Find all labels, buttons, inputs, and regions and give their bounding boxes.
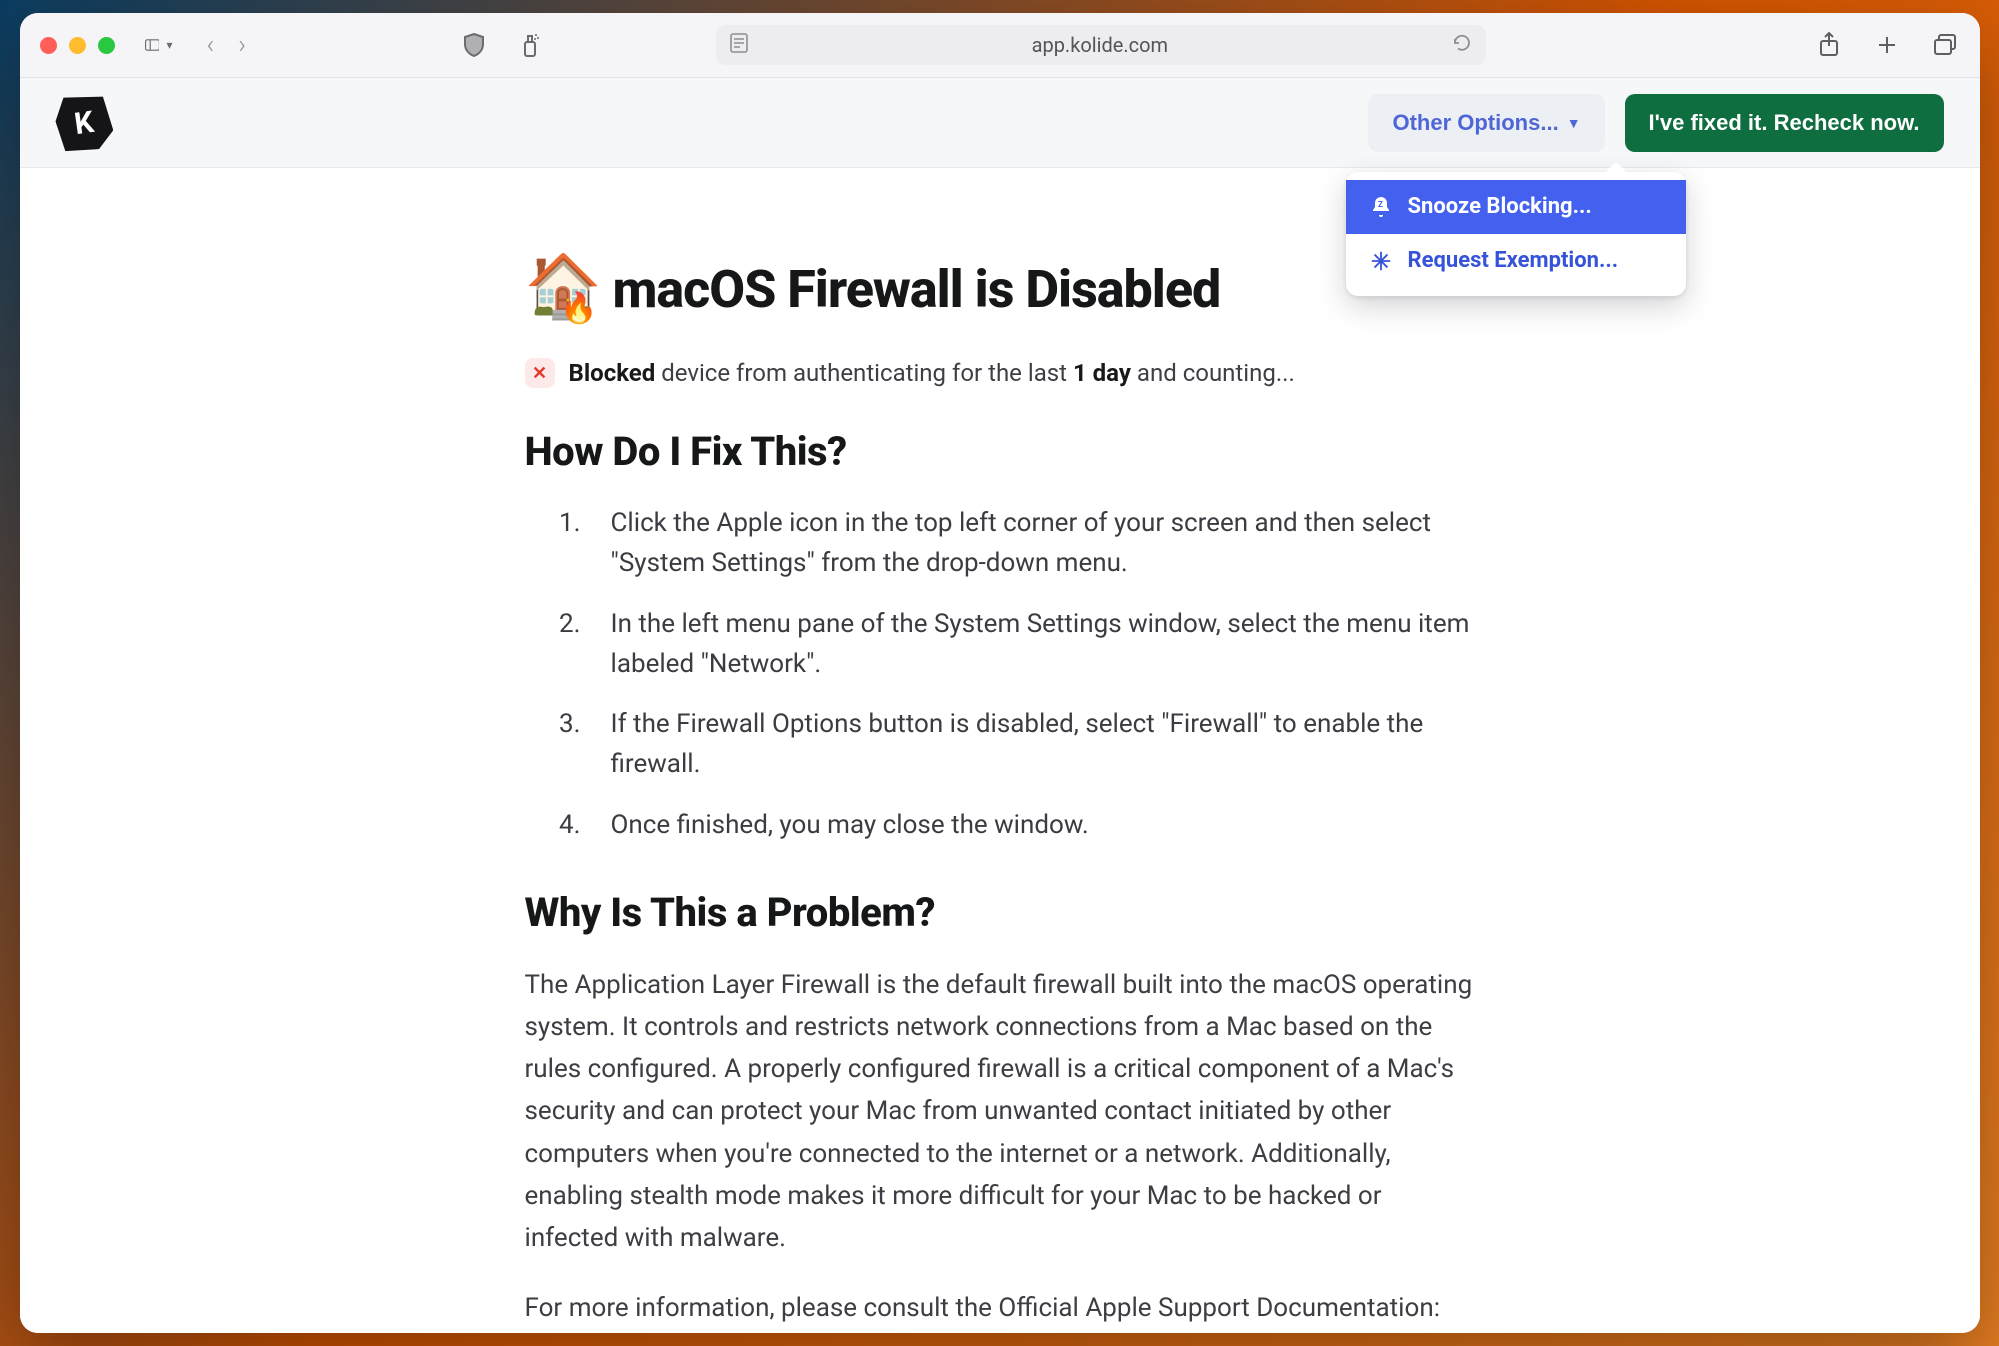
svg-text:Z: Z bbox=[1378, 200, 1383, 209]
content-area[interactable]: 🏠🔥 macOS Firewall is Disabled ✕ Blocked … bbox=[20, 168, 1980, 1333]
snowflake-icon bbox=[1368, 248, 1394, 274]
problem-heading: Why Is This a Problem? bbox=[525, 889, 1475, 936]
page-title: 🏠🔥 macOS Firewall is Disabled bbox=[525, 256, 1475, 322]
list-item: 3.If the Firewall Options button is disa… bbox=[553, 704, 1475, 785]
chevron-down-icon: ▾ bbox=[166, 38, 172, 52]
more-info-paragraph: For more information, please consult the… bbox=[525, 1287, 1475, 1333]
dropdown-item-label: Request Exemption... bbox=[1408, 248, 1619, 273]
sidebar-toggle-button[interactable]: ▾ bbox=[145, 31, 173, 59]
article: 🏠🔥 macOS Firewall is Disabled ✕ Blocked … bbox=[505, 168, 1495, 1333]
safari-window: ▾ ‹ › app.kolide.com bbox=[20, 13, 1980, 1333]
app-header: K Other Options... ▼ I've fixed it. Rech… bbox=[20, 78, 1980, 168]
page-title-text: macOS Firewall is Disabled bbox=[613, 259, 1221, 320]
fullscreen-window-button[interactable] bbox=[98, 37, 115, 54]
other-options-label: Other Options... bbox=[1392, 110, 1558, 136]
house-fire-icon: 🏠🔥 bbox=[525, 256, 591, 322]
browser-toolbar: ▾ ‹ › app.kolide.com bbox=[20, 13, 1980, 78]
status-text: Blocked device from authenticating for t… bbox=[569, 359, 1295, 387]
tabs-overview-button[interactable] bbox=[1931, 31, 1959, 59]
fix-heading: How Do I Fix This? bbox=[525, 428, 1475, 475]
recheck-label: I've fixed it. Recheck now. bbox=[1649, 110, 1920, 135]
reload-button[interactable] bbox=[1452, 33, 1472, 57]
spray-icon[interactable] bbox=[516, 31, 544, 59]
status-line: ✕ Blocked device from authenticating for… bbox=[525, 358, 1475, 388]
back-button[interactable]: ‹ bbox=[207, 30, 215, 60]
problem-paragraph: The Application Layer Firewall is the de… bbox=[525, 964, 1475, 1259]
dropdown-item-label: Snooze Blocking... bbox=[1408, 194, 1592, 219]
fix-steps-list: 1.Click the Apple icon in the top left c… bbox=[525, 503, 1475, 845]
new-tab-button[interactable] bbox=[1873, 31, 1901, 59]
other-options-button[interactable]: Other Options... ▼ bbox=[1368, 94, 1604, 152]
blocked-x-icon: ✕ bbox=[525, 358, 555, 388]
window-controls bbox=[40, 37, 115, 54]
logo-letter: K bbox=[72, 104, 96, 141]
list-item: 1.Click the Apple icon in the top left c… bbox=[553, 503, 1475, 584]
privacy-shield-icon[interactable] bbox=[460, 31, 488, 59]
kolide-logo[interactable]: K bbox=[52, 91, 115, 154]
reader-icon[interactable] bbox=[730, 33, 748, 57]
share-button[interactable] bbox=[1815, 31, 1843, 59]
forward-button[interactable]: › bbox=[238, 30, 246, 60]
bell-snooze-icon: Z bbox=[1368, 194, 1394, 220]
url-text: app.kolide.com bbox=[760, 33, 1440, 57]
minimize-window-button[interactable] bbox=[69, 37, 86, 54]
address-bar[interactable]: app.kolide.com bbox=[716, 25, 1486, 65]
caret-down-icon: ▼ bbox=[1567, 115, 1581, 131]
recheck-button[interactable]: I've fixed it. Recheck now. bbox=[1625, 94, 1944, 152]
close-window-button[interactable] bbox=[40, 37, 57, 54]
dropdown-item-exemption[interactable]: Request Exemption... bbox=[1346, 234, 1686, 288]
other-options-dropdown: Z Snooze Blocking... Request Exemption..… bbox=[1346, 172, 1686, 296]
list-item: 4.Once finished, you may close the windo… bbox=[553, 805, 1475, 845]
list-item: 2.In the left menu pane of the System Se… bbox=[553, 604, 1475, 685]
dropdown-item-snooze[interactable]: Z Snooze Blocking... bbox=[1346, 180, 1686, 234]
